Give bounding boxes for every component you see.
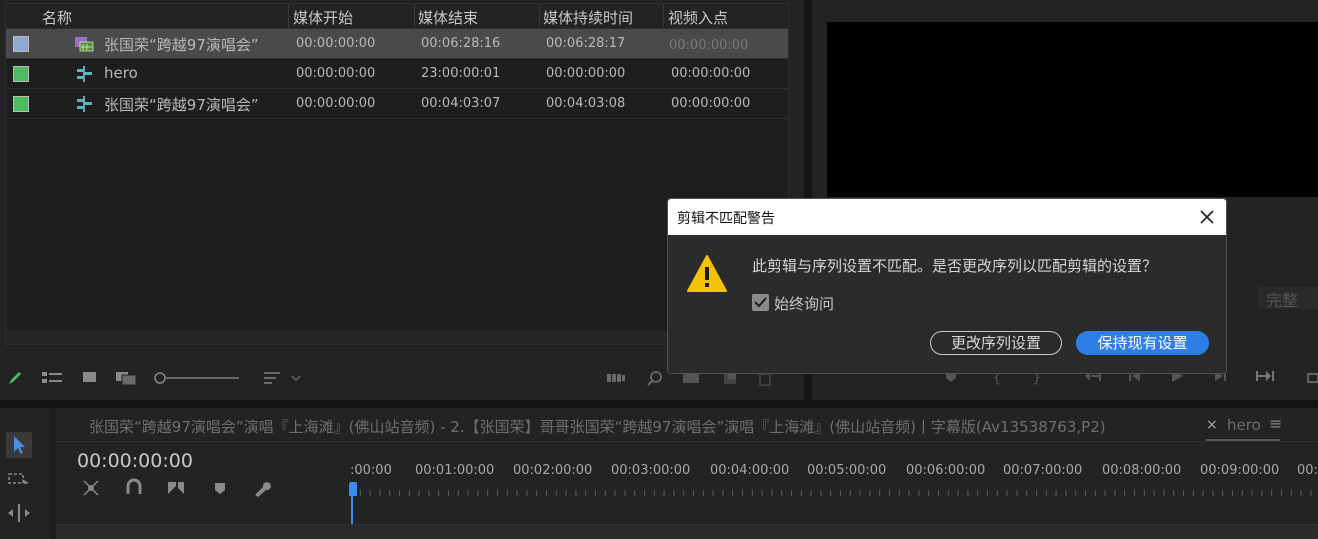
always-ask-checkbox[interactable] bbox=[752, 294, 769, 311]
video-in-point: 00:00:00:00 bbox=[669, 38, 749, 53]
label-color-swatch[interactable] bbox=[13, 66, 29, 82]
ruler-label: 00:07:00:00 bbox=[1003, 463, 1083, 478]
ruler-ticks bbox=[350, 488, 1318, 496]
ruler-label: 00:05:00:00 bbox=[807, 463, 887, 478]
resolution-select[interactable]: 完整 bbox=[1258, 287, 1318, 310]
search-icon[interactable] bbox=[646, 370, 664, 388]
media-start: 00:00:00:00 bbox=[296, 36, 376, 51]
sort-icon[interactable] bbox=[262, 370, 304, 386]
panel-menu-icon[interactable]: ≡ bbox=[1269, 414, 1282, 433]
label-color-swatch[interactable] bbox=[13, 96, 29, 112]
keep-existing-settings-button[interactable]: 保持现有设置 bbox=[1076, 331, 1209, 355]
list-view-icon[interactable] bbox=[41, 370, 63, 386]
linked-selection-icon[interactable] bbox=[166, 478, 186, 498]
ruler-label: 00:08:00:00 bbox=[1102, 463, 1182, 478]
ripple-edit-tool[interactable] bbox=[6, 500, 32, 526]
go-to-out-icon[interactable] bbox=[1255, 368, 1275, 384]
media-start: 00:00:00:00 bbox=[296, 66, 376, 81]
media-end: 00:06:28:16 bbox=[421, 36, 501, 51]
pencil-icon[interactable] bbox=[7, 370, 23, 386]
add-marker-icon[interactable] bbox=[213, 478, 227, 498]
media-duration: 00:06:28:17 bbox=[546, 36, 626, 51]
clip-mismatch-dialog: 剪辑不匹配警告 此剪辑与序列设置不匹配。是否更改序列以匹配剪辑的设置？ 始终询问… bbox=[667, 198, 1227, 374]
sequence-title[interactable]: 张国荣“跨越97演唱会”演唱『上海滩』(佛山站音频) - 2.【张国荣】哥哥张国… bbox=[89, 416, 1106, 437]
ripple-edit-icon bbox=[8, 504, 30, 522]
tab-underline bbox=[1206, 439, 1280, 441]
column-video-in-point[interactable]: 视频入点 bbox=[668, 7, 728, 28]
column-name[interactable]: 名称 bbox=[42, 7, 72, 28]
selection-tool[interactable] bbox=[6, 432, 32, 458]
media-duration: 00:04:03:08 bbox=[546, 96, 626, 111]
ruler-label: 00:01:00:00 bbox=[415, 463, 495, 478]
dialog-title: 剪辑不匹配警告 bbox=[677, 211, 775, 227]
sequence-icon bbox=[75, 37, 94, 52]
track-select-icon bbox=[8, 473, 29, 484]
subclip-icon bbox=[77, 96, 92, 112]
media-end: 23:00:00:01 bbox=[421, 66, 501, 81]
warning-icon bbox=[687, 255, 727, 292]
media-duration: 00:00:00:00 bbox=[546, 66, 626, 81]
panel-divider[interactable] bbox=[0, 400, 1318, 408]
subclip-icon bbox=[77, 66, 92, 82]
video-in-point: 00:00:00:00 bbox=[671, 66, 751, 81]
ruler-label: 00:02:00:00 bbox=[513, 463, 593, 478]
zoom-slider[interactable] bbox=[153, 370, 241, 386]
icon-view-icon[interactable] bbox=[82, 370, 98, 386]
ruler-label: 00:06:00:00 bbox=[906, 463, 986, 478]
change-sequence-settings-button[interactable]: 更改序列设置 bbox=[930, 331, 1062, 355]
snap-magnet-icon[interactable] bbox=[125, 478, 143, 498]
dialog-titlebar[interactable]: 剪辑不匹配警告 bbox=[668, 199, 1226, 235]
column-media-duration[interactable]: 媒体持续时间 bbox=[543, 7, 633, 28]
label-color-swatch[interactable] bbox=[13, 36, 29, 52]
ruler-label: 00:09:00:00 bbox=[1200, 463, 1280, 478]
media-end: 00:04:03:07 bbox=[421, 96, 501, 111]
item-name[interactable]: 张国荣“跨越97演唱会” bbox=[104, 34, 259, 55]
playhead-timecode[interactable]: 00:00:00:00 bbox=[77, 450, 193, 472]
track-row[interactable] bbox=[56, 524, 1318, 539]
timeline-header: 张国荣“跨越97演唱会”演唱『上海滩』(佛山站音频) - 2.【张国荣】哥哥张国… bbox=[56, 408, 1318, 442]
video-preview[interactable] bbox=[827, 22, 1318, 197]
time-ruler[interactable]: :00:00 00:01:00:00 00:02:00:00 00:03:00:… bbox=[350, 442, 1318, 502]
close-icon[interactable] bbox=[1198, 208, 1216, 226]
media-start: 00:00:00:00 bbox=[296, 96, 376, 111]
video-in-point: 00:00:00:00 bbox=[671, 96, 751, 111]
column-media-end[interactable]: 媒体结束 bbox=[418, 7, 478, 28]
automate-to-sequence-icon[interactable] bbox=[606, 370, 626, 386]
freeform-view-icon[interactable] bbox=[115, 370, 139, 386]
ruler-label: 00: bbox=[1297, 463, 1318, 478]
ruler-label: 00:03:00:00 bbox=[611, 463, 691, 478]
nest-toggle-icon[interactable] bbox=[81, 478, 101, 498]
column-media-start[interactable]: 媒体开始 bbox=[293, 7, 353, 28]
list-item[interactable]: 张国荣“跨越97演唱会” 00:00:00:00 00:06:28:16 00:… bbox=[6, 29, 788, 59]
checkmark-icon bbox=[754, 297, 767, 308]
always-ask-label[interactable]: 始终询问 bbox=[774, 293, 834, 314]
dialog-message: 此剪辑与序列设置不匹配。是否更改序列以匹配剪辑的设置？ bbox=[752, 257, 1158, 275]
close-icon[interactable]: × bbox=[1206, 417, 1218, 433]
item-name[interactable]: hero bbox=[104, 64, 138, 82]
track-select-tool[interactable] bbox=[6, 466, 32, 492]
column-header: 名称 媒体开始 媒体结束 媒体持续时间 视频入点 bbox=[6, 4, 788, 29]
tools-panel bbox=[0, 408, 50, 539]
list-item[interactable]: hero 00:00:00:00 23:00:00:01 00:00:00:00… bbox=[6, 59, 788, 89]
timeline-panel: 张国荣“跨越97演唱会”演唱『上海滩』(佛山站音频) - 2.【张国荣】哥哥张国… bbox=[56, 408, 1318, 539]
ruler-label: :00:00 bbox=[350, 463, 392, 478]
insert-icon[interactable] bbox=[1306, 368, 1318, 384]
wrench-icon[interactable] bbox=[252, 478, 272, 498]
ruler-label: 00:04:00:00 bbox=[710, 463, 790, 478]
selection-arrow-icon bbox=[14, 436, 25, 454]
item-name[interactable]: 张国荣“跨越97演唱会” bbox=[104, 94, 259, 115]
tab-hero[interactable]: hero bbox=[1227, 416, 1261, 434]
list-item[interactable]: 张国荣“跨越97演唱会” 00:00:00:00 00:04:03:07 00:… bbox=[6, 89, 788, 119]
